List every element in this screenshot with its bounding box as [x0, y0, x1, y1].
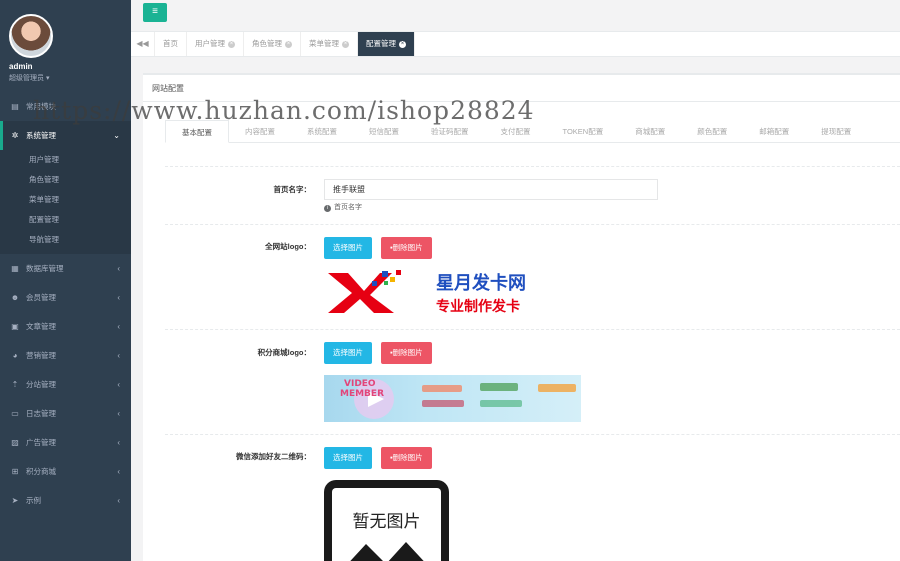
submenu-item-roles[interactable]: 角色管理	[0, 170, 131, 190]
sidebar-item-system[interactable]: ✲ 系统管理 ⌄	[0, 121, 131, 150]
submenu-item-config[interactable]: 配置管理	[0, 210, 131, 230]
logo-title: 星月发卡网	[436, 272, 526, 294]
file-icon: ▣	[11, 322, 19, 331]
logo-subtitle: 专业制作发卡	[436, 298, 520, 315]
config-panel: 网站配置 基本配置 内容配置 系统配置 短信配置 验证码配置 支付配置 TOKE…	[143, 73, 900, 561]
home-icon: ▤	[11, 102, 19, 111]
info-icon: i	[324, 205, 331, 212]
tab-color-config[interactable]: 颜色配置	[681, 120, 743, 143]
chart-icon: ◕	[12, 351, 18, 360]
tab-token-config[interactable]: TOKEN配置	[547, 120, 620, 143]
chevron-left-icon: ‹	[117, 264, 120, 273]
home-name-input[interactable]: 推手联盟	[324, 179, 658, 200]
chevron-left-icon: ‹	[117, 438, 120, 447]
points-logo-image: VIDEO MEMBER	[324, 375, 581, 422]
tab-home[interactable]: 首页	[155, 32, 187, 56]
points-logo-label: 积分商城logo：	[257, 348, 311, 357]
avatar[interactable]	[9, 14, 53, 58]
page-tabs: ◀◀ 首页 用户管理 × 角色管理 × 菜单管理 × 配置管理 ×	[131, 32, 900, 57]
system-submenu: 用户管理 角色管理 菜单管理 配置管理 导航管理	[0, 150, 131, 254]
home-name-label: 首页名字：	[273, 185, 312, 194]
chevron-left-icon: ‹	[117, 467, 120, 476]
hamburger-icon: ≡	[152, 6, 158, 17]
chevron-left-icon: ‹	[117, 322, 120, 331]
chevron-down-icon: ⌄	[113, 131, 120, 140]
cart-icon: ⊞	[11, 467, 19, 476]
top-navbar: ≡	[131, 0, 900, 32]
submenu-item-menus[interactable]: 菜单管理	[0, 190, 131, 210]
image-icon: ▨	[11, 438, 19, 447]
log-icon: ▭	[11, 409, 19, 418]
select-site-logo-button[interactable]: 选择图片	[324, 237, 372, 259]
tab-menus[interactable]: 菜单管理 ×	[301, 32, 358, 56]
select-points-logo-button[interactable]: 选择图片	[324, 342, 372, 364]
logo2-line2: MEMBER	[340, 389, 384, 399]
sidebar: admin 超级管理员 ▾ ▤ 常用模块 ✲ 系统管理 ⌄ 用户管理 角色管理 …	[0, 0, 131, 561]
watermark-text: https://www.huzhan.com/ishop28824	[33, 96, 535, 125]
tab-users[interactable]: 用户管理 ×	[187, 32, 244, 56]
chevron-left-icon: ‹	[117, 409, 120, 418]
sidebar-item-examples[interactable]: ➤ 示例 ‹	[0, 486, 131, 515]
divider	[165, 434, 900, 435]
close-icon[interactable]: ×	[228, 40, 235, 48]
select-wechat-qr-button[interactable]: 选择图片	[324, 447, 372, 469]
sidebar-item-logs[interactable]: ▭ 日志管理 ‹	[0, 399, 131, 428]
close-icon[interactable]: ×	[285, 40, 292, 48]
close-icon[interactable]: ×	[399, 40, 406, 48]
chevron-left-icon: ‹	[117, 380, 120, 389]
sitemap-icon: ⇡	[11, 380, 19, 389]
tabs-scroll-left-icon[interactable]: ◀◀	[131, 32, 155, 56]
no-image-text: 暂无图片	[352, 512, 421, 531]
tab-email-config[interactable]: 邮箱配置	[743, 120, 805, 143]
home-name-help: i 首页名字	[324, 202, 362, 212]
mountain-icon	[350, 542, 424, 561]
tab-withdraw-config[interactable]: 提现配置	[805, 120, 867, 143]
sidebar-item-marketing[interactable]: ◕ 营销管理 ‹	[0, 341, 131, 370]
submenu-item-users[interactable]: 用户管理	[0, 150, 131, 170]
tab-mall-config[interactable]: 商城配置	[619, 120, 681, 143]
users-icon: ☻	[10, 293, 20, 302]
tab-config[interactable]: 配置管理 ×	[358, 32, 415, 56]
divider	[165, 166, 900, 167]
user-role-dropdown[interactable]: 超级管理员 ▾	[9, 73, 131, 83]
delete-wechat-qr-button[interactable]: ▪删除图片	[381, 447, 432, 469]
username: admin	[9, 62, 33, 71]
sidebar-item-database[interactable]: ▦ 数据库管理 ‹	[0, 254, 131, 283]
menu-toggle-button[interactable]: ≡	[143, 3, 167, 22]
sidebar-item-articles[interactable]: ▣ 文章管理 ‹	[0, 312, 131, 341]
sidebar-item-substations[interactable]: ⇡ 分站管理 ‹	[0, 370, 131, 399]
user-profile: admin 超级管理员 ▾	[0, 0, 131, 92]
delete-points-logo-button[interactable]: ▪删除图片	[381, 342, 432, 364]
chevron-left-icon: ‹	[117, 496, 120, 505]
chevron-left-icon: ‹	[117, 293, 120, 302]
delete-site-logo-button[interactable]: ▪删除图片	[381, 237, 432, 259]
wechat-qr-label: 微信添加好友二维码：	[236, 452, 311, 461]
send-icon: ➤	[11, 496, 19, 505]
sidebar-item-ads[interactable]: ▨ 广告管理 ‹	[0, 428, 131, 457]
tab-roles[interactable]: 角色管理 ×	[244, 32, 301, 56]
sidebar-item-members[interactable]: ☻ 会员管理 ‹	[0, 283, 131, 312]
no-image-placeholder: 暂无图片	[324, 480, 449, 561]
site-logo-image: 星月发卡网 专业制作发卡	[324, 267, 582, 317]
divider	[165, 224, 900, 225]
submenu-item-nav[interactable]: 导航管理	[0, 230, 131, 250]
chevron-left-icon: ‹	[117, 351, 120, 360]
database-icon: ▦	[11, 264, 19, 273]
divider	[165, 329, 900, 330]
gear-icon: ✲	[11, 131, 19, 140]
close-icon[interactable]: ×	[342, 40, 349, 48]
sidebar-item-points-mall[interactable]: ⊞ 积分商城 ‹	[0, 457, 131, 486]
logo2-line1: VIDEO	[344, 379, 376, 389]
site-logo-label: 全网站logo：	[265, 242, 311, 251]
